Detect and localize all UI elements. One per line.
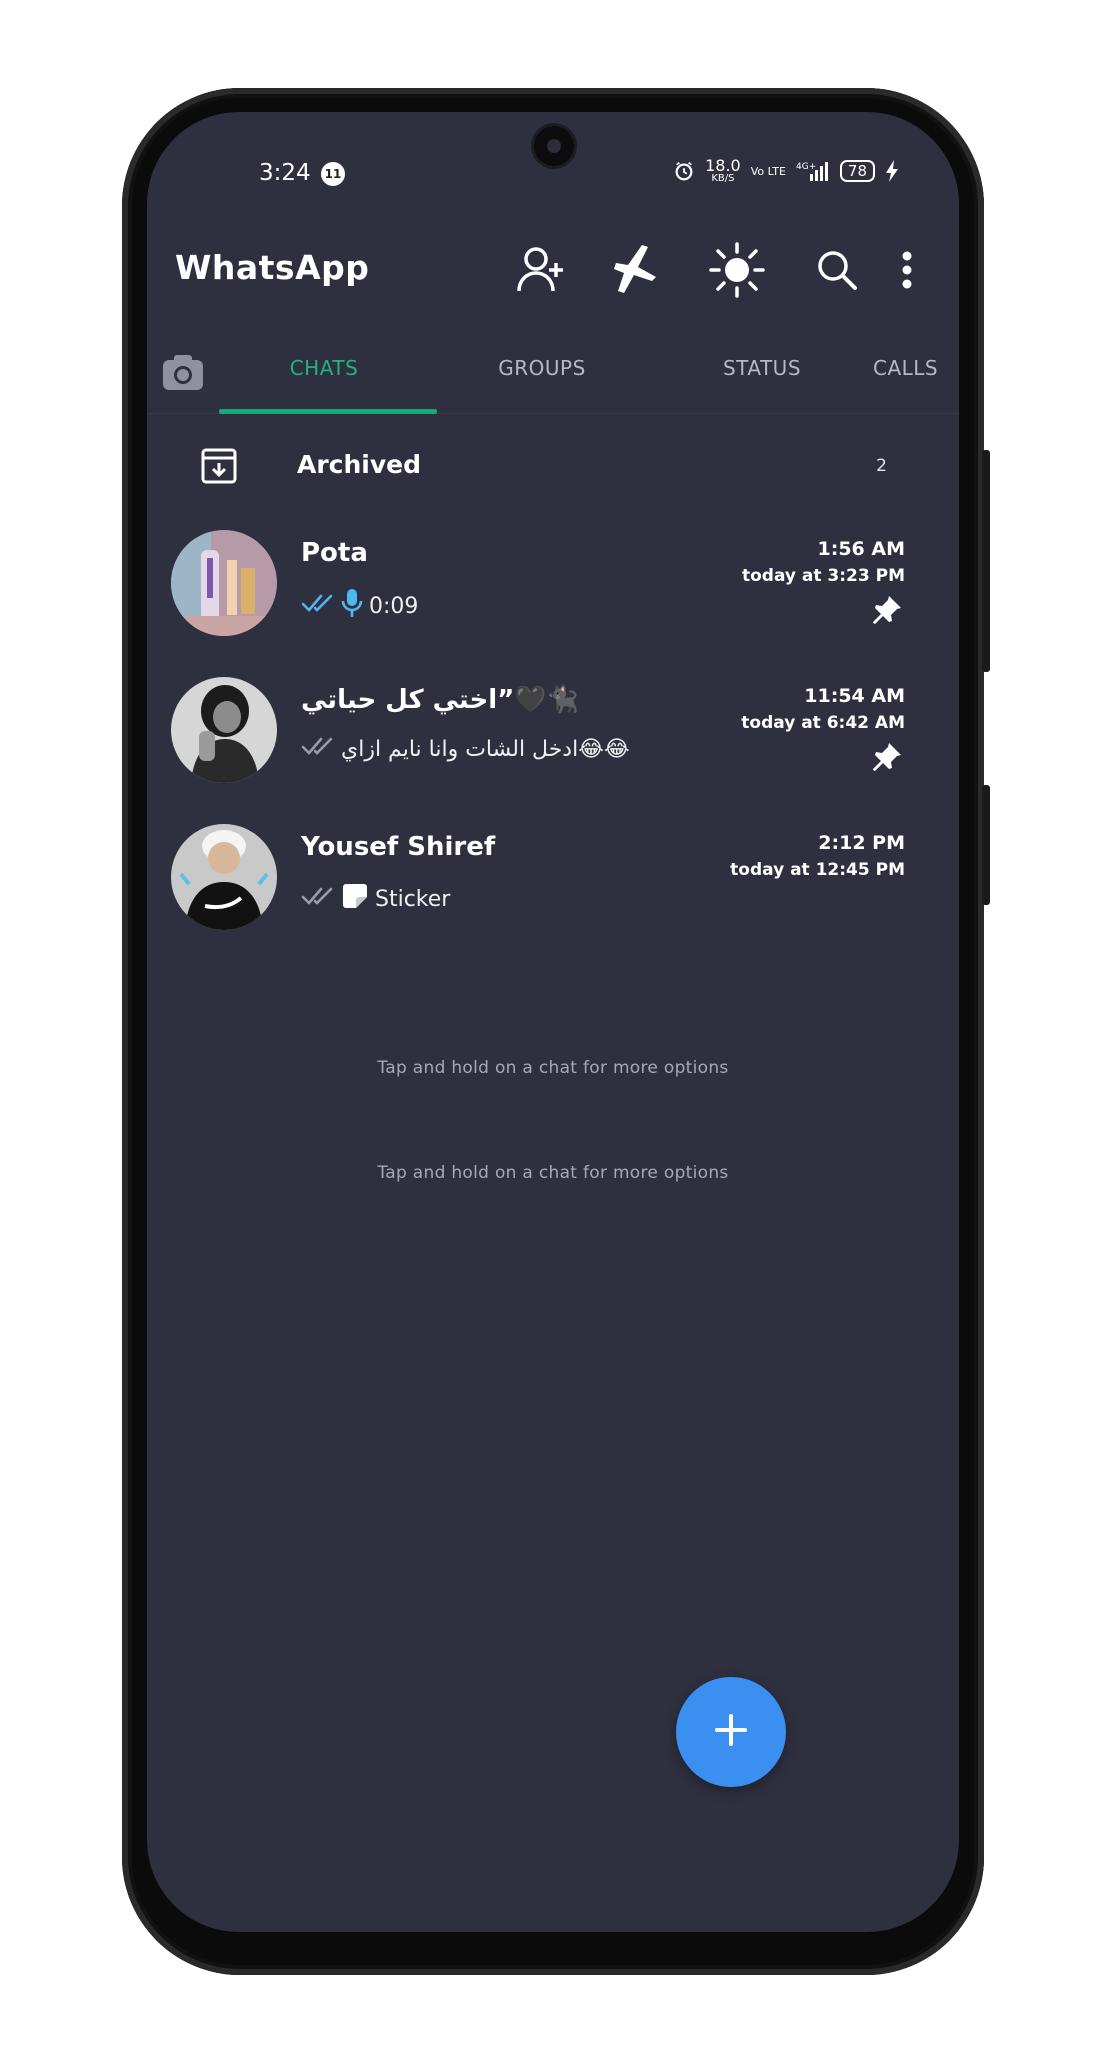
status-icons: 18.0 KB/S Vo LTE 4G+ 78 xyxy=(673,158,899,184)
pin-icon xyxy=(871,594,903,626)
status-bar: 3:24 11 18.0 KB/S Vo LTE 4G+ 78 xyxy=(147,152,959,200)
camera-icon[interactable] xyxy=(161,352,205,392)
tab-bar: CHATS GROUPS STATUS CALLS xyxy=(147,334,959,414)
chat-row[interactable]: Yousef Shiref Sticker 2:12 PM today at 1… xyxy=(147,810,959,950)
volte-indicator: Vo LTE xyxy=(750,164,786,178)
archived-label: Archived xyxy=(297,450,422,479)
archived-row[interactable]: Archived 2 xyxy=(147,430,959,510)
new-chat-button[interactable] xyxy=(676,1677,786,1787)
chat-time: 1:56 AM xyxy=(817,538,906,560)
avatar[interactable] xyxy=(171,677,277,783)
charging-icon xyxy=(885,160,899,182)
notification-badge: 11 xyxy=(321,162,345,186)
archive-icon xyxy=(199,446,239,486)
plus-icon xyxy=(713,1712,749,1752)
chat-preview: Sticker xyxy=(301,882,450,916)
microphone-icon xyxy=(341,588,363,624)
chat-preview-text: Sticker xyxy=(375,886,451,912)
signal-icon: 4G+ xyxy=(796,160,830,182)
tab-groups[interactable]: GROUPS xyxy=(467,356,617,380)
chat-time: 2:12 PM xyxy=(818,832,905,854)
chat-last-seen: today at 12:45 PM xyxy=(730,860,905,880)
avatar[interactable] xyxy=(171,530,277,636)
volume-button xyxy=(982,450,990,672)
power-button xyxy=(982,785,990,905)
screen: 3:24 11 18.0 KB/S Vo LTE 4G+ 78 WhatsApp xyxy=(147,112,959,1932)
chat-preview-text: ادخل الشات وانا نايم ازاي😂😂 xyxy=(341,736,630,762)
tab-calls[interactable]: CALLS xyxy=(873,356,959,380)
chat-name: Yousef Shiref xyxy=(301,832,496,862)
chat-last-seen: today at 6:42 AM xyxy=(741,713,905,733)
chat-row[interactable]: Pota 0:09 1:56 AM today at 3:23 PM xyxy=(147,516,959,656)
chat-time: 11:54 AM xyxy=(804,685,905,707)
double-check-icon xyxy=(301,592,335,620)
net-speed: 18.0 KB/S xyxy=(705,158,741,184)
voice-duration: 0:09 xyxy=(369,593,419,619)
alarm-icon xyxy=(673,160,695,182)
tab-chats[interactable]: CHATS xyxy=(249,356,399,380)
search-icon[interactable] xyxy=(807,240,867,300)
tab-indicator xyxy=(219,409,437,414)
archived-count: 2 xyxy=(876,456,887,476)
double-check-icon xyxy=(301,885,335,913)
chat-preview: 0:09 xyxy=(301,588,418,624)
chat-preview: ادخل الشات وانا نايم ازاي😂😂 xyxy=(301,735,630,763)
app-title: WhatsApp xyxy=(175,248,370,287)
brightness-icon[interactable] xyxy=(707,240,767,300)
battery-indicator: 78 xyxy=(839,160,875,182)
tab-status[interactable]: STATUS xyxy=(687,356,837,380)
net-speed-unit: KB/S xyxy=(711,173,735,184)
net-speed-value: 18.0 xyxy=(705,156,741,175)
network-type: 4G+ xyxy=(796,162,816,172)
add-contact-icon[interactable] xyxy=(511,240,571,300)
double-check-icon xyxy=(301,735,335,763)
hint-text: Tap and hold on a chat for more options xyxy=(377,1163,729,1183)
avatar[interactable] xyxy=(171,824,277,930)
chat-name: اختي كل حياتي”🖤🐈‍⬛ xyxy=(301,685,580,715)
pin-icon xyxy=(871,741,903,773)
chat-row[interactable]: اختي كل حياتي”🖤🐈‍⬛ ادخل الشات وانا نايم … xyxy=(147,663,959,803)
chat-name: Pota xyxy=(301,538,368,568)
hint-text: Tap and hold on a chat for more options xyxy=(377,1058,729,1078)
status-time: 3:24 xyxy=(259,160,311,186)
chat-last-seen: today at 3:23 PM xyxy=(741,566,905,586)
sticker-icon xyxy=(341,882,369,916)
more-vert-icon[interactable] xyxy=(887,240,927,300)
airplane-icon[interactable] xyxy=(607,240,667,300)
app-bar: WhatsApp xyxy=(147,222,959,322)
